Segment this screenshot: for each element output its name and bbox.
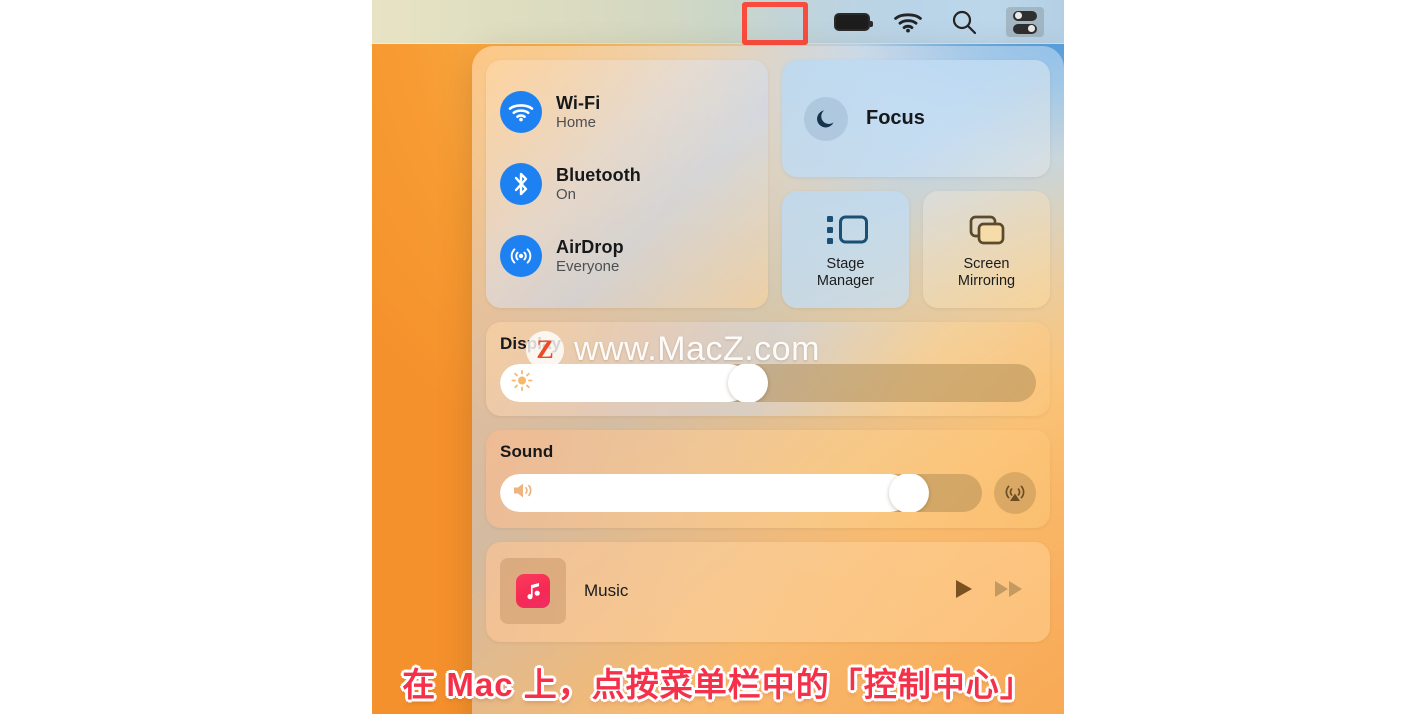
connectivity-tile: Wi-Fi Home Bluetooth On AirDrop Everyone xyxy=(486,60,768,308)
bluetooth-status: On xyxy=(556,185,577,203)
moon-icon xyxy=(817,109,834,127)
airdrop-text: AirDrop Everyone xyxy=(556,237,624,276)
music-row: Music xyxy=(500,554,1036,628)
wifi-row[interactable]: Wi-Fi Home xyxy=(500,91,754,133)
display-title: Display xyxy=(500,334,562,353)
wifi-text: Wi-Fi Home xyxy=(556,93,600,132)
speaker-wave-icon xyxy=(511,480,537,507)
bluetooth-toggle-icon[interactable] xyxy=(500,163,542,205)
display-slider-row xyxy=(500,364,1036,402)
volume-slider[interactable] xyxy=(500,474,982,512)
stage-manager-label: Stage Manager xyxy=(816,255,875,289)
music-controls xyxy=(950,576,1034,607)
menubar-control-center[interactable] xyxy=(992,0,1058,44)
airplay-audio-icon xyxy=(1005,485,1025,501)
airplay-audio-button[interactable] xyxy=(994,472,1036,514)
search-icon xyxy=(952,10,977,35)
airdrop-toggle-icon[interactable] xyxy=(500,235,542,277)
music-app-icon xyxy=(516,574,550,608)
airdrop-title: AirDrop xyxy=(556,236,624,257)
menu-bar xyxy=(372,0,1064,45)
control-center-top-row: Wi-Fi Home Bluetooth On AirDrop Everyone… xyxy=(486,60,1050,308)
sound-title: Sound xyxy=(500,442,554,461)
control-center-panel: Wi-Fi Home Bluetooth On AirDrop Everyone… xyxy=(472,46,1064,714)
quick-tiles-row: Stage Manager Screen Mirroring xyxy=(782,191,1050,308)
stage-manager-icon xyxy=(826,215,868,244)
screen-mirroring-icon xyxy=(969,215,1004,245)
focus-tile[interactable]: Focus xyxy=(782,60,1050,177)
sound-card: Sound xyxy=(486,430,1050,528)
brightness-slider[interactable] xyxy=(500,364,1036,402)
menubar-spotlight[interactable] xyxy=(936,0,992,44)
wifi-icon xyxy=(508,103,534,121)
brightness-icon xyxy=(511,369,533,397)
subtitle-caption: 在 Mac 上，点按菜单栏中的「控制中心」 xyxy=(402,666,1034,703)
control-center-highlight-box xyxy=(742,2,808,45)
battery-icon xyxy=(834,13,873,31)
airdrop-row[interactable]: AirDrop Everyone xyxy=(500,235,754,277)
control-center-right-column: Focus Stage Manager Screen Mirroring xyxy=(782,60,1050,308)
volume-slider-knob[interactable] xyxy=(888,474,929,512)
fast-forward-button[interactable] xyxy=(992,576,1026,607)
album-art xyxy=(500,558,566,624)
bluetooth-icon xyxy=(514,172,528,196)
control-center-icon xyxy=(1006,7,1044,37)
wifi-title: Wi-Fi xyxy=(556,92,601,113)
screen-mirroring-tile[interactable]: Screen Mirroring xyxy=(923,191,1050,308)
fast-forward-icon xyxy=(995,580,1022,597)
music-card: Music xyxy=(486,542,1050,642)
brightness-slider-knob[interactable] xyxy=(728,364,769,402)
screenshot-canvas: Wi-Fi Home Bluetooth On AirDrop Everyone… xyxy=(0,0,1418,714)
macos-desktop: Wi-Fi Home Bluetooth On AirDrop Everyone… xyxy=(372,0,1064,714)
bluetooth-title: Bluetooth xyxy=(556,164,641,185)
menubar-battery[interactable] xyxy=(824,0,880,44)
brightness-slider-fill xyxy=(500,364,749,402)
stage-manager-tile[interactable]: Stage Manager xyxy=(782,191,909,308)
airdrop-status: Everyone xyxy=(556,257,620,275)
display-card: Display xyxy=(486,322,1050,416)
bluetooth-text: Bluetooth On xyxy=(556,165,641,204)
wifi-status: Home xyxy=(556,113,597,131)
sound-slider-row xyxy=(500,472,1036,514)
menu-bar-status-items xyxy=(824,0,1058,44)
wifi-toggle-icon[interactable] xyxy=(500,91,542,133)
screen-mirroring-label: Screen Mirroring xyxy=(957,255,1016,289)
bluetooth-row[interactable]: Bluetooth On xyxy=(500,163,754,205)
airdrop-icon xyxy=(510,248,532,264)
menubar-wifi[interactable] xyxy=(880,0,936,44)
focus-icon-wrap xyxy=(804,96,848,141)
wifi-icon xyxy=(894,13,922,33)
music-title: Music xyxy=(584,581,629,600)
play-button[interactable] xyxy=(950,576,976,607)
volume-slider-fill xyxy=(500,474,909,512)
play-icon xyxy=(956,579,972,598)
focus-label: Focus xyxy=(866,107,925,129)
